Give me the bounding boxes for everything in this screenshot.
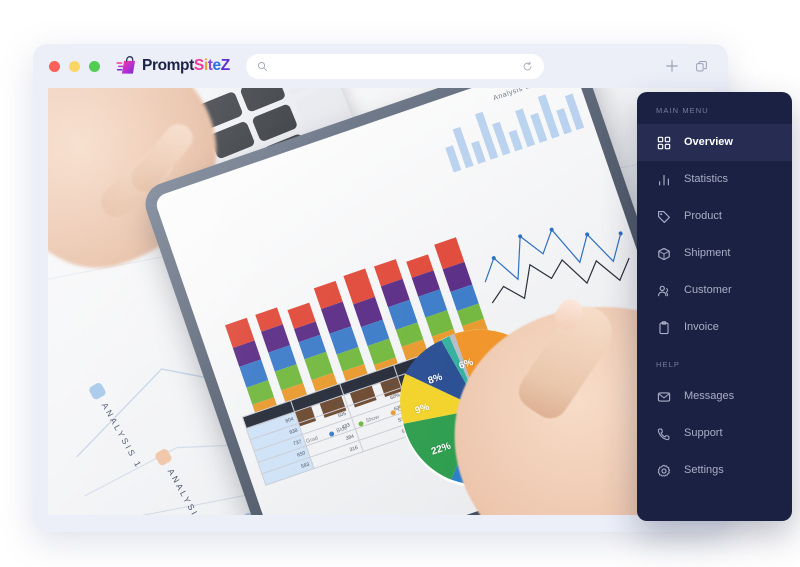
maximize-button[interactable]: [89, 60, 100, 72]
bar-chart-icon: [656, 172, 671, 187]
browser-toolbar: PromptSiteZ: [33, 44, 728, 88]
mini-bar-chart: [432, 88, 585, 173]
brand-text-prompt: Prompt: [142, 57, 194, 75]
sidebar-item-settings[interactable]: Settings: [637, 452, 792, 489]
sidebar-item-label: Shipment: [684, 247, 731, 259]
sidebar-item-messages[interactable]: Messages: [637, 378, 792, 415]
shopping-bag-icon: [116, 55, 138, 77]
close-button[interactable]: [49, 60, 60, 72]
sidebar-section-label-main: MAIN MENU: [656, 106, 709, 115]
reload-icon[interactable]: [522, 61, 533, 72]
sidebar-item-customer[interactable]: Customer: [637, 272, 792, 309]
browser-window: PromptSiteZ ANALYSIS 1 ANALYSIS 2 Grad B…: [33, 44, 728, 532]
tag-icon: [656, 209, 671, 224]
sidebar-item-statistics[interactable]: Statistics: [637, 161, 792, 198]
search-icon: [257, 61, 268, 72]
sidebar-section-label-help: HELP: [656, 360, 680, 369]
grid-icon: [656, 135, 671, 150]
sidebar-item-label: Customer: [684, 284, 732, 296]
new-tab-icon[interactable]: [665, 59, 679, 73]
screenshot-root: PromptSiteZ ANALYSIS 1 ANALYSIS 2 Grad B…: [0, 0, 800, 567]
sidebar-item-invoice[interactable]: Invoice: [637, 309, 792, 346]
users-icon: [656, 283, 671, 298]
window-controls: [49, 60, 100, 72]
search-input[interactable]: [267, 53, 522, 79]
brand-text-e: e: [212, 57, 222, 75]
address-bar[interactable]: [245, 53, 544, 79]
sidebar-item-label: Settings: [684, 464, 724, 476]
sidebar-item-shipment[interactable]: Shipment: [637, 235, 792, 272]
toolbar-actions: [665, 59, 712, 73]
sidebar-item-label: Overview: [684, 136, 733, 148]
copy-tabs-icon[interactable]: [695, 60, 708, 73]
clipboard-icon: [656, 320, 671, 335]
sidebar-item-overview[interactable]: Overview: [637, 124, 792, 161]
sidebar-item-product[interactable]: Product: [637, 198, 792, 235]
sidebar-item-label: Messages: [684, 390, 735, 402]
minimize-button[interactable]: [69, 60, 80, 72]
phone-icon: [656, 426, 671, 441]
sidebar-item-label: Statistics: [684, 173, 729, 185]
box-icon: [656, 246, 671, 261]
brand-wordmark: PromptSiteZ: [142, 58, 230, 74]
gear-icon: [656, 463, 671, 478]
sidebar-item-label: Invoice: [684, 321, 719, 333]
sidebar-item-label: Support: [684, 427, 723, 439]
floating-sidebar: MAIN MENU Overview Statistics Product Sh…: [637, 92, 792, 521]
dashboard-photograph: ANALYSIS 1 ANALYSIS 2 ANALYSIS 3: [48, 88, 713, 515]
brand-text-z: Z: [220, 57, 230, 75]
sidebar-item-support[interactable]: Support: [637, 415, 792, 452]
brand-text-s: S: [193, 57, 204, 75]
page-content-photo: ANALYSIS 1 ANALYSIS 2 ANALYSIS 3: [48, 88, 713, 515]
brand-logo[interactable]: PromptSiteZ: [116, 55, 230, 77]
envelope-icon: [656, 389, 671, 404]
sidebar-item-label: Product: [684, 210, 722, 222]
